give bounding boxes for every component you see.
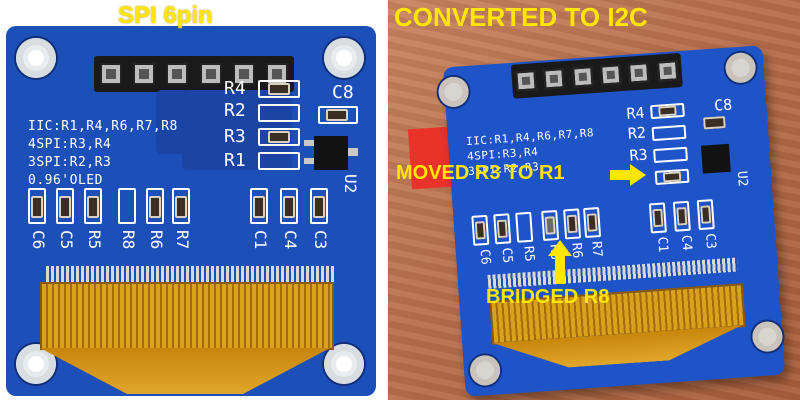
- resistor-r6: [566, 214, 578, 234]
- regulator-u2: [700, 143, 731, 174]
- resistor-label: R3: [224, 126, 246, 147]
- resistor-label: R1: [224, 150, 246, 171]
- arrow-up-icon: [548, 240, 572, 284]
- component-label: R7: [588, 240, 605, 258]
- component-label: C6: [29, 230, 48, 250]
- component-label: C6: [476, 248, 493, 266]
- component-label: R5: [520, 245, 537, 263]
- right-title: CONVERTED TO I2C: [394, 2, 648, 32]
- moved-r3-annotation: MOVED R3 TO R1: [396, 162, 565, 184]
- silkscreen-config-text: IIC:R1,R4,R6,R7,R8 4SPI:R3,R4 3SPI:R2,R3 0.…: [28, 118, 178, 190]
- capacitor-c4: [676, 206, 688, 226]
- mounting-hole: [751, 320, 784, 353]
- resistor-pad-r3-empty: [653, 146, 688, 164]
- component-pad: [118, 188, 136, 224]
- regulator-u2: [314, 136, 348, 170]
- ic-pin: [348, 148, 358, 156]
- component-label: C3: [311, 230, 330, 250]
- resistor-r1-moved: [662, 171, 682, 183]
- component-label: C1: [654, 236, 671, 253]
- resistor-r3: [268, 131, 290, 143]
- capacitor-c3: [700, 205, 712, 224]
- resistor-r5: [87, 196, 99, 218]
- component-label: R6: [147, 230, 166, 250]
- oled-board-spi: IIC:R1,R4,R6,R7,R8 4SPI:R3,R4 3SPI:R2,R3 0.…: [6, 26, 376, 396]
- left-panel-photo: IIC:R1,R4,R6,R7,R8 4SPI:R3,R4 3SPI:R2,R3 0.…: [0, 0, 386, 400]
- component-label: C1: [251, 230, 270, 250]
- component-label: C4: [281, 230, 300, 250]
- component-label: R5: [85, 230, 104, 250]
- resistor-label: R2: [224, 100, 246, 121]
- silk-line: IIC:R1,R4,R6,R7,R8: [28, 119, 178, 134]
- header-pin: [99, 63, 122, 85]
- ic-pin: [304, 158, 314, 164]
- flex-ribbon-tail: [40, 348, 330, 394]
- component-label: C5: [57, 230, 76, 250]
- oled-board-i2c: IIC:R1,R4,R6,R7,R8 4SPI:R3,R4 3SPI:R2,R3 R…: [437, 45, 786, 397]
- capacitor-c3: [313, 196, 325, 218]
- capacitor-c5: [59, 196, 71, 218]
- left-title: SPI 6pin: [118, 2, 213, 29]
- resistor-label: R4: [625, 103, 646, 123]
- resistor-r4: [658, 105, 677, 117]
- contact-fingers: [46, 266, 336, 282]
- capacitor-c1: [652, 208, 664, 228]
- mounting-hole: [324, 38, 364, 78]
- resistor-label: R4: [224, 78, 246, 99]
- resistor-r7: [586, 213, 598, 232]
- silk-line: 4SPI:R3,R4: [28, 137, 112, 152]
- capacitor-c4: [283, 196, 295, 218]
- resistor-r8-bridged: [544, 216, 556, 235]
- header-pin: [628, 62, 650, 84]
- arrow-right-icon: [610, 164, 646, 186]
- resistor-pad-r2: [651, 124, 687, 142]
- flex-ribbon-cable: [40, 282, 334, 350]
- resistor-r4: [268, 83, 290, 95]
- ic-pin: [304, 140, 314, 146]
- header-pin: [515, 70, 537, 92]
- resistor-pad-r2: [258, 104, 300, 122]
- resistor-label: R3: [628, 145, 649, 165]
- capacitor-c6: [31, 196, 43, 218]
- c8-label: C8: [332, 82, 354, 103]
- capacitor-c1: [253, 196, 265, 218]
- component-label: C4: [678, 234, 695, 252]
- capacitor-c8: [702, 116, 726, 130]
- u2-label: U2: [341, 174, 360, 194]
- capacitor-c6: [474, 221, 486, 240]
- header-pin: [572, 66, 594, 88]
- header-pin: [132, 63, 155, 85]
- capacitor-c8: [326, 109, 348, 121]
- header-pin: [166, 63, 189, 85]
- mounting-hole: [16, 38, 56, 78]
- contact-fingers: [487, 257, 738, 289]
- component-label: C5: [498, 247, 515, 264]
- component-pad: [515, 211, 534, 243]
- resistor-r6: [149, 196, 161, 218]
- resistor-pad-r1: [258, 152, 300, 170]
- resistor-r7: [175, 196, 187, 218]
- component-label: C3: [702, 232, 719, 250]
- mounting-hole: [724, 51, 757, 84]
- component-label: R7: [173, 230, 192, 250]
- capacitor-c5: [496, 219, 508, 239]
- header-pin: [656, 60, 679, 82]
- resistor-label: R2: [627, 123, 647, 143]
- bridged-r8-annotation: BRIDGED R8: [486, 286, 610, 308]
- header-pin: [600, 64, 622, 86]
- header-pin: [543, 68, 566, 90]
- mounting-hole: [324, 344, 364, 384]
- mounting-hole: [469, 354, 502, 387]
- header-pin: [199, 63, 222, 85]
- u2-label: U2: [733, 170, 750, 188]
- silk-line: 3SPI:R2,R3: [28, 155, 112, 170]
- right-panel-photo: IIC:R1,R4,R6,R7,R8 4SPI:R3,R4 3SPI:R2,R3 R…: [388, 0, 800, 400]
- c8-label: C8: [713, 95, 733, 115]
- component-label: R8: [119, 230, 138, 250]
